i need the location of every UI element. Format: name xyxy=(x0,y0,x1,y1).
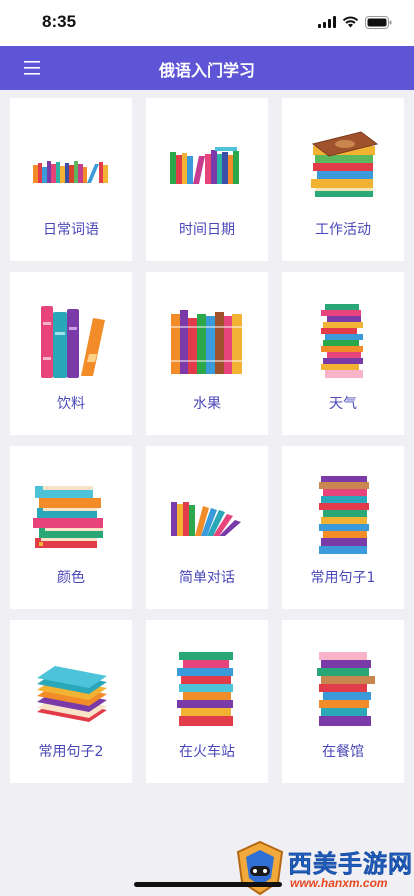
leaning-books-icon xyxy=(171,502,241,536)
category-card[interactable]: 工作活动 xyxy=(282,98,404,261)
category-card[interactable]: 在餐馆 xyxy=(282,620,404,783)
book-stack-icon xyxy=(33,486,103,548)
category-label: 时间日期 xyxy=(179,222,235,238)
books-row-icon xyxy=(170,147,239,184)
watermark-title: 西美手游网 xyxy=(288,850,413,879)
category-card[interactable]: 天气 xyxy=(282,272,404,435)
books-upright-icon xyxy=(171,310,242,374)
book-stack-icon xyxy=(37,666,107,722)
watermark: 西美手游网 www.hanxm.com xyxy=(232,840,414,896)
status-bar: 8:35 xyxy=(0,0,414,46)
category-grid: 日常词语 时间日期 工作活动 饮料 水果 天气 颜色 简单对话 常用句子1 常用… xyxy=(10,98,404,783)
category-card[interactable]: 饮料 xyxy=(10,272,132,435)
category-label: 在餐馆 xyxy=(322,744,364,760)
category-card[interactable]: 水果 xyxy=(146,272,268,435)
category-label: 饮料 xyxy=(57,396,85,412)
wifi-icon xyxy=(342,16,359,28)
category-label: 简单对话 xyxy=(179,570,235,586)
category-card[interactable]: 时间日期 xyxy=(146,98,268,261)
category-label: 在火车站 xyxy=(179,744,235,760)
home-indicator xyxy=(134,882,282,887)
category-label: 常用句子2 xyxy=(38,744,104,760)
watermark-url: www.hanxm.com xyxy=(290,876,388,890)
category-card[interactable]: 常用句子2 xyxy=(10,620,132,783)
signal-icon xyxy=(318,16,336,28)
tall-book-stack-icon xyxy=(177,652,233,726)
category-label: 工作活动 xyxy=(315,222,371,238)
status-icons xyxy=(318,14,392,30)
category-label: 天气 xyxy=(329,396,357,412)
battery-icon xyxy=(365,15,392,29)
book-stack-icon xyxy=(311,131,379,197)
category-card[interactable]: 颜色 xyxy=(10,446,132,609)
books-row-small-icon xyxy=(33,161,108,183)
tall-book-stack-icon xyxy=(319,476,369,554)
category-label: 日常词语 xyxy=(43,222,99,238)
navigation-bar: 俄语入门学习 xyxy=(0,46,414,90)
watermark-logo-icon xyxy=(236,840,284,896)
category-card[interactable]: 在火车站 xyxy=(146,620,268,783)
thin-book-stack-icon xyxy=(321,304,363,378)
category-card[interactable]: 日常词语 xyxy=(10,98,132,261)
category-card[interactable]: 常用句子1 xyxy=(282,446,404,609)
book-stack-icon xyxy=(317,652,375,726)
category-label: 常用句子1 xyxy=(310,570,376,586)
category-label: 颜色 xyxy=(57,570,85,586)
tall-books-icon xyxy=(41,306,105,378)
status-time: 8:35 xyxy=(42,12,77,31)
page-title: 俄语入门学习 xyxy=(158,61,255,80)
category-label: 水果 xyxy=(193,396,221,412)
category-card[interactable]: 简单对话 xyxy=(146,446,268,609)
